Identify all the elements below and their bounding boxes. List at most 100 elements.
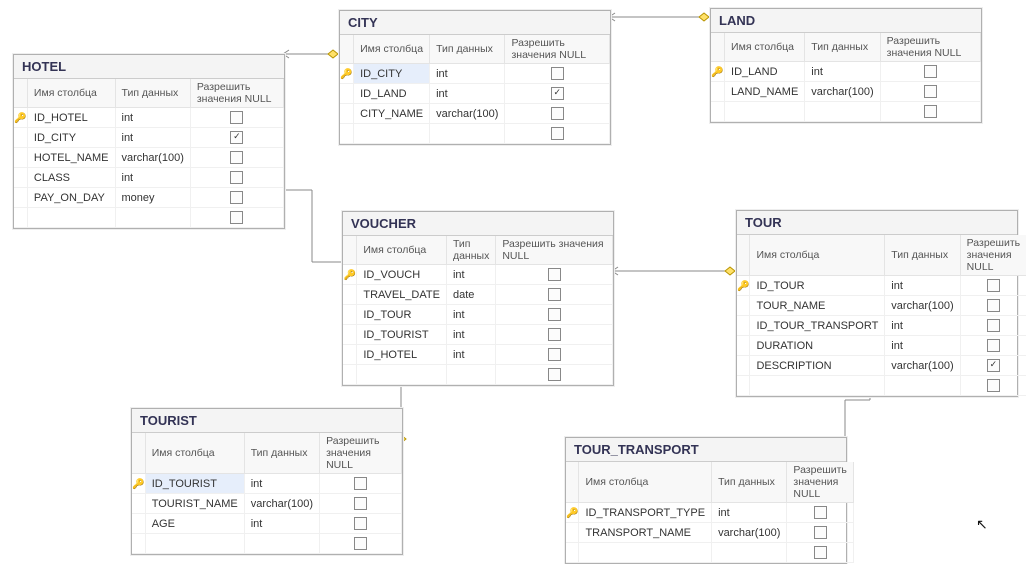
table-row-empty[interactable] bbox=[343, 365, 613, 385]
column-type: varchar(100) bbox=[885, 356, 960, 376]
table-row[interactable]: 🔑ID_VOUCHint bbox=[343, 265, 613, 285]
checkbox-icon[interactable] bbox=[354, 517, 367, 530]
column-type: int bbox=[430, 64, 505, 84]
table-row-empty[interactable] bbox=[711, 102, 981, 122]
checkbox-icon[interactable] bbox=[814, 526, 827, 539]
column-name: ID_HOTEL bbox=[357, 345, 447, 365]
checkbox-icon[interactable] bbox=[987, 339, 1000, 352]
table-row-empty[interactable] bbox=[566, 543, 853, 563]
table-row[interactable]: ID_HOTELint bbox=[343, 345, 613, 365]
table-title: LAND bbox=[711, 9, 981, 33]
table-land[interactable]: LANDИмя столбцаТип данныхРазрешить значе… bbox=[710, 8, 982, 123]
table-row[interactable]: 🔑ID_TOURint bbox=[737, 276, 1026, 296]
column-name: ID_TRANSPORT_TYPE bbox=[579, 503, 712, 523]
checkbox-icon[interactable] bbox=[548, 368, 561, 381]
column-type: int bbox=[115, 168, 190, 188]
table-row[interactable]: ID_TOURint bbox=[343, 305, 613, 325]
checkbox-icon[interactable] bbox=[548, 348, 561, 361]
column-type: int bbox=[885, 276, 960, 296]
table-row-empty[interactable] bbox=[14, 208, 284, 228]
table-row[interactable]: 🔑ID_TOURISTint bbox=[132, 474, 402, 494]
column-type: varchar(100) bbox=[885, 296, 960, 316]
checkbox-icon[interactable] bbox=[230, 191, 243, 204]
table-row[interactable]: CLASSint bbox=[14, 168, 284, 188]
table-tour[interactable]: TOURИмя столбцаТип данныхРазрешить значе… bbox=[736, 210, 1018, 397]
table-row[interactable]: TRANSPORT_NAMEvarchar(100) bbox=[566, 523, 853, 543]
checkbox-icon[interactable] bbox=[987, 379, 1000, 392]
table-voucher[interactable]: VOUCHERИмя столбцаТип данныхРазрешить зн… bbox=[342, 211, 614, 386]
table-row-empty[interactable] bbox=[737, 376, 1026, 396]
checkbox-icon[interactable] bbox=[551, 67, 564, 80]
checkbox-icon[interactable] bbox=[551, 127, 564, 140]
table-row[interactable]: ID_TOUR_TRANSPORTint bbox=[737, 316, 1026, 336]
checkbox-icon[interactable] bbox=[814, 506, 827, 519]
checkbox-icon[interactable]: ✓ bbox=[987, 359, 1000, 372]
checkbox-icon[interactable] bbox=[924, 65, 937, 78]
key-icon: 🔑 bbox=[340, 69, 352, 80]
checkbox-icon[interactable] bbox=[924, 105, 937, 118]
checkbox-icon[interactable] bbox=[987, 319, 1000, 332]
column-name: AGE bbox=[145, 514, 244, 534]
checkbox-icon[interactable] bbox=[230, 171, 243, 184]
table-row[interactable]: TRAVEL_DATEdate bbox=[343, 285, 613, 305]
col-header-null: Разрешить значения NULL bbox=[505, 35, 610, 64]
table-title: TOUR_TRANSPORT bbox=[566, 438, 846, 462]
column-type: int bbox=[446, 265, 495, 285]
column-type: int bbox=[430, 84, 505, 104]
column-name: CITY_NAME bbox=[354, 104, 430, 124]
table-hotel[interactable]: HOTELИмя столбцаТип данныхРазрешить знач… bbox=[13, 54, 285, 229]
checkbox-icon[interactable] bbox=[814, 546, 827, 559]
col-header-type: Тип данных bbox=[885, 235, 960, 276]
table-row[interactable]: CITY_NAMEvarchar(100) bbox=[340, 104, 610, 124]
table-row[interactable]: AGEint bbox=[132, 514, 402, 534]
table-row-empty[interactable] bbox=[340, 124, 610, 144]
table-row[interactable]: 🔑ID_HOTELint bbox=[14, 108, 284, 128]
table-row[interactable]: DURATIONint bbox=[737, 336, 1026, 356]
column-type: date bbox=[446, 285, 495, 305]
col-header-null: Разрешить значения NULL bbox=[190, 79, 283, 108]
checkbox-icon[interactable] bbox=[987, 299, 1000, 312]
checkbox-icon[interactable] bbox=[548, 268, 561, 281]
table-tour_transport[interactable]: TOUR_TRANSPORTИмя столбцаТип данныхРазре… bbox=[565, 437, 847, 564]
table-title: TOUR bbox=[737, 211, 1017, 235]
column-name: ID_LAND bbox=[354, 84, 430, 104]
checkbox-icon[interactable] bbox=[548, 308, 561, 321]
table-row[interactable]: TOUR_NAMEvarchar(100) bbox=[737, 296, 1026, 316]
column-type: int bbox=[446, 305, 495, 325]
table-row[interactable]: PAY_ON_DAYmoney bbox=[14, 188, 284, 208]
column-type: money bbox=[115, 188, 190, 208]
table-row[interactable]: LAND_NAMEvarchar(100) bbox=[711, 82, 981, 102]
table-row[interactable]: DESCRIPTIONvarchar(100)✓ bbox=[737, 356, 1026, 376]
table-row[interactable]: 🔑ID_LANDint bbox=[711, 62, 981, 82]
checkbox-icon[interactable] bbox=[354, 537, 367, 550]
checkbox-icon[interactable] bbox=[230, 211, 243, 224]
table-row[interactable]: HOTEL_NAMEvarchar(100) bbox=[14, 148, 284, 168]
checkbox-icon[interactable] bbox=[548, 288, 561, 301]
checkbox-icon[interactable] bbox=[551, 107, 564, 120]
checkbox-icon[interactable] bbox=[548, 328, 561, 341]
table-row[interactable]: ID_CITYint✓ bbox=[14, 128, 284, 148]
checkbox-icon[interactable]: ✓ bbox=[551, 87, 564, 100]
checkbox-icon[interactable] bbox=[924, 85, 937, 98]
table-row-empty[interactable] bbox=[132, 534, 402, 554]
col-header-type: Тип данных bbox=[244, 433, 319, 474]
table-row[interactable]: ID_TOURISTint bbox=[343, 325, 613, 345]
checkbox-icon[interactable] bbox=[354, 477, 367, 490]
table-row[interactable]: 🔑ID_TRANSPORT_TYPEint bbox=[566, 503, 853, 523]
checkbox-icon[interactable] bbox=[230, 151, 243, 164]
column-type: varchar(100) bbox=[805, 82, 880, 102]
checkbox-icon[interactable] bbox=[354, 497, 367, 510]
checkbox-icon[interactable] bbox=[987, 279, 1000, 292]
key-icon: 🔑 bbox=[737, 281, 749, 292]
key-icon: 🔑 bbox=[132, 479, 144, 490]
column-name: ID_TOURIST bbox=[357, 325, 447, 345]
table-city[interactable]: CITYИмя столбцаТип данныхРазрешить значе… bbox=[339, 10, 611, 145]
table-tourist[interactable]: TOURISTИмя столбцаТип данныхРазрешить зн… bbox=[131, 408, 403, 555]
table-row[interactable]: ID_LANDint ✓ bbox=[340, 84, 610, 104]
col-header-null: Разрешить значения NULL bbox=[320, 433, 402, 474]
checkbox-icon[interactable] bbox=[230, 111, 243, 124]
table-row[interactable]: 🔑ID_CITYint bbox=[340, 64, 610, 84]
checkbox-icon[interactable]: ✓ bbox=[230, 131, 243, 144]
col-header-type: Тип данных bbox=[115, 79, 190, 108]
table-row[interactable]: TOURIST_NAMEvarchar(100) bbox=[132, 494, 402, 514]
